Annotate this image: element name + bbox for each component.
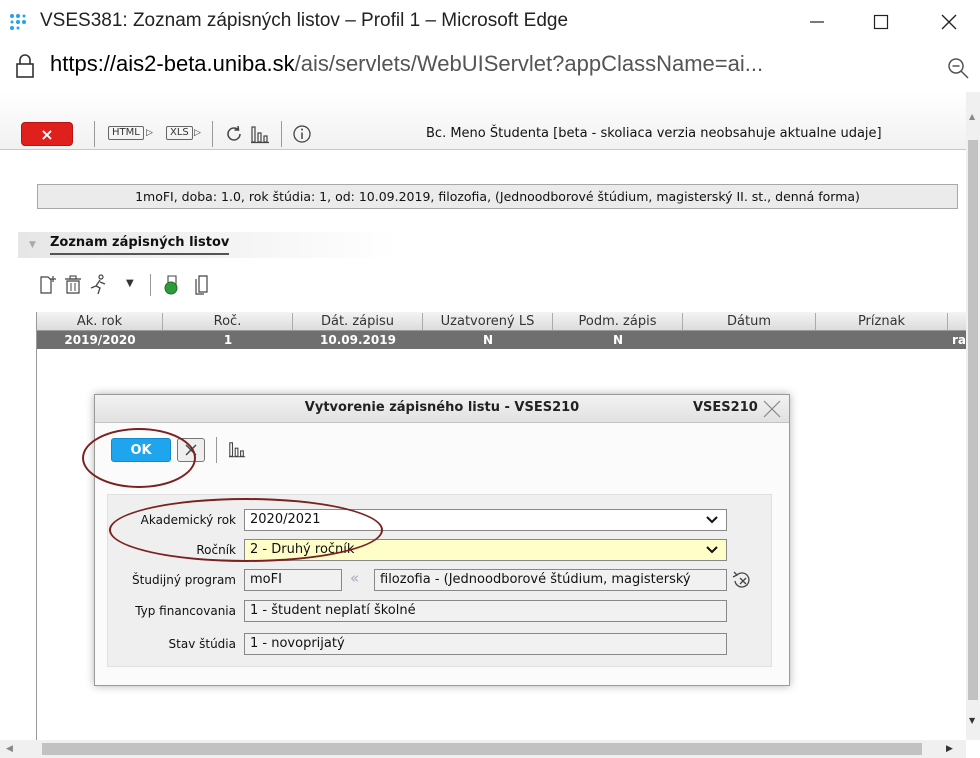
window-close-button[interactable] [926,6,972,38]
export-xls-button[interactable]: XLS [166,126,193,140]
toolbar-separator [281,121,282,147]
maximize-button[interactable] [858,6,904,38]
url-path: /ais/servlets/WebUIServlet?appClassName=… [294,51,764,76]
hierarchy-icon[interactable] [228,441,246,459]
toolbar-separator [212,121,213,147]
stav-studia-field: 1 - novoprijatý [244,633,727,655]
cell-priznak [816,331,948,349]
column-header-dat-zapisu[interactable]: Dát. zápisu [293,313,423,330]
section-title: Zoznam zápisných listov [50,235,230,255]
zoom-out-icon[interactable] [946,56,970,80]
close-icon [941,14,957,30]
scroll-left-icon[interactable]: ◀ [6,744,13,754]
cell-extra: ra [952,333,966,347]
annotation-ellipse-fields [109,498,383,562]
column-header-podm-zapis[interactable]: Podm. zápis [553,313,683,330]
column-header-datum[interactable]: Dátum [683,313,816,330]
export-html-button[interactable]: HTML [108,126,144,140]
scroll-down-icon[interactable]: ▼ [969,716,975,725]
user-info-text: Bc. Meno Študenta [beta - skoliaca verzi… [426,126,882,141]
copy-document-icon[interactable] [194,274,212,296]
minimize-icon [810,21,824,23]
xls-arrow-icon: ▷ [194,128,201,138]
studijny-program-name: filozofia - (Jednoodborové štúdium, magi… [374,569,727,591]
column-header-ak-rok[interactable]: Ak. rok [37,313,163,330]
study-info-bar: 1moFI, doba: 1.0, rok štúdia: 1, od: 10.… [37,184,958,209]
typ-financovania-label: Typ financovania [135,604,236,618]
stav-studia-label: Stav štúdia [168,637,236,651]
column-header-roc[interactable]: Roč. [163,313,293,330]
cell-uzatvoreny: N [482,333,494,347]
app-icon [10,14,26,30]
window-title: VSES381: Zoznam zápisných listov – Profi… [40,10,569,31]
actions-runner-icon[interactable] [88,274,110,296]
chevron-down-icon [706,546,718,554]
studijny-program-label: Študijný program [132,573,236,587]
refresh-icon[interactable] [224,124,244,144]
column-header-uzatvoreny-ls[interactable]: Uzatvorený LS [423,313,553,330]
lock-icon[interactable] [14,53,36,79]
delete-icon[interactable] [64,275,82,295]
typ-financovania-field: 1 - študent neplatí školné [244,600,727,622]
clear-field-icon[interactable] [731,569,753,591]
dialog-title: Vytvorenie zápisného listu - VSES210 [304,400,580,415]
url-field[interactable]: https://ais2-beta.uniba.sk/ais/servlets/… [50,51,763,77]
double-chevron-left-icon[interactable]: « [350,569,359,587]
chevron-down-icon [706,516,718,524]
print-document-icon[interactable] [162,274,182,296]
dialog-close-icon[interactable] [761,398,783,420]
horizontal-scroll-thumb[interactable] [42,743,922,755]
close-app-button[interactable]: × [21,122,73,146]
minimize-button[interactable] [794,6,840,38]
annotation-ellipse-ok [82,428,196,488]
app-toolbar [0,92,966,150]
dropdown-arrow-icon[interactable]: ▼ [126,278,134,289]
url-host: https://ais2-beta.uniba.sk [50,51,295,76]
cell-roc: 1 [223,333,233,347]
new-document-icon[interactable] [39,275,57,295]
toolbar-separator [150,274,151,296]
collapse-arrow-icon[interactable]: ▼ [29,240,36,250]
info-icon[interactable] [292,124,312,144]
studijny-program-code: moFI [244,569,342,591]
hierarchy-icon[interactable] [250,125,270,145]
maximize-icon [873,14,889,30]
close-icon: × [40,124,54,144]
cell-ak-rok: 2019/2020 [64,333,136,347]
toolbar-separator [94,121,95,147]
dialog-code: VSES210 [693,400,758,415]
html-arrow-icon: ▷ [146,128,153,138]
cell-podm: N [612,333,624,347]
scroll-up-icon[interactable]: ▲ [969,112,975,121]
cell-dat-zapisu: 10.09.2019 [320,333,396,347]
scroll-right-icon[interactable]: ▶ [946,744,953,754]
cell-datum [683,331,816,349]
dialog-toolbar-separator [216,437,217,463]
vertical-scroll-thumb[interactable] [968,140,978,700]
column-header-priznak[interactable]: Príznak [816,313,948,330]
